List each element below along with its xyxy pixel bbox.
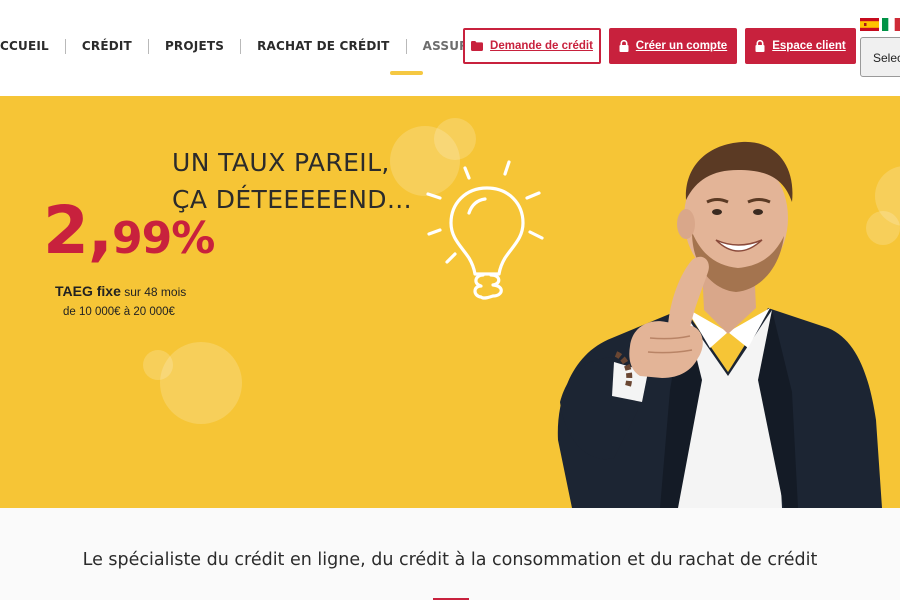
active-nav-indicator xyxy=(390,71,423,75)
nav-item-rachat-de-credit[interactable]: RACHAT DE CRÉDIT xyxy=(257,39,390,53)
lock-icon xyxy=(755,40,765,52)
language-select[interactable]: Selec xyxy=(860,37,900,77)
nav-divider xyxy=(405,38,407,54)
slogan-line-1: UN TAUX PAREIL, xyxy=(172,148,390,177)
interest-rate: 2,99% xyxy=(43,192,215,269)
language-flags xyxy=(860,18,900,31)
taeg-duration: sur 48 mois xyxy=(120,285,187,299)
tagline: Le spécialiste du crédit en ligne, du cr… xyxy=(82,550,818,570)
taeg-label: TAEG fixe xyxy=(55,283,121,299)
lightbulb-icon xyxy=(426,160,544,300)
client-area-button[interactable]: Espace client xyxy=(745,28,856,64)
hero-banner: UN TAUX PAREIL, ÇA DÉTEEEEEND... 2,99% T… xyxy=(0,96,900,508)
decorative-bubble xyxy=(434,118,476,160)
create-account-label: Créer un compte xyxy=(635,40,728,52)
lock-icon xyxy=(619,40,629,52)
main-nav: CCUEIL CRÉDIT PROJETS RACHAT DE CRÉDIT A… xyxy=(0,38,506,54)
folder-icon xyxy=(471,41,484,51)
rate-decimals: 99% xyxy=(112,213,215,264)
create-account-button[interactable]: Créer un compte xyxy=(609,28,737,64)
intro-section: Le spécialiste du crédit en ligne, du cr… xyxy=(0,508,900,600)
decorative-bubble xyxy=(143,350,173,380)
client-area-label: Espace client xyxy=(772,40,846,52)
nav-item-projets[interactable]: PROJETS xyxy=(165,39,224,53)
italian-flag-icon[interactable] xyxy=(882,18,900,31)
credit-request-label: Demande de crédit xyxy=(490,40,593,52)
site-header: CCUEIL CRÉDIT PROJETS RACHAT DE CRÉDIT A… xyxy=(0,0,900,96)
smiling-man-thumbs-up-photo xyxy=(557,141,882,508)
loan-range: de 10 000€ à 20 000€ xyxy=(63,306,175,318)
decorative-bubble xyxy=(160,342,242,424)
spanish-flag-icon[interactable] xyxy=(860,18,879,31)
rate-integer: 2, xyxy=(43,192,113,269)
nav-divider xyxy=(147,38,149,54)
taeg-info: TAEG fixe sur 48 mois xyxy=(55,283,186,299)
page: CCUEIL CRÉDIT PROJETS RACHAT DE CRÉDIT A… xyxy=(0,0,900,600)
nav-divider xyxy=(240,38,242,54)
nav-item-accueil[interactable]: CCUEIL xyxy=(0,39,49,53)
credit-request-button[interactable]: Demande de crédit xyxy=(463,28,601,64)
nav-item-credit[interactable]: CRÉDIT xyxy=(82,39,132,53)
nav-divider xyxy=(64,38,66,54)
